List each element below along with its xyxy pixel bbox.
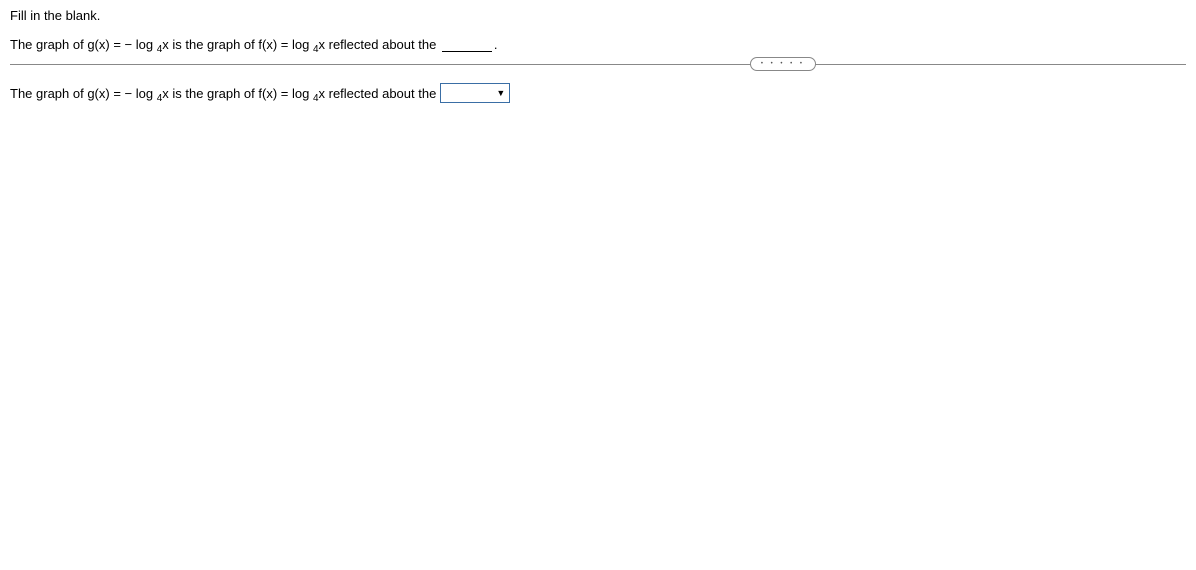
log-text: log xyxy=(136,86,157,101)
period: . xyxy=(494,37,498,52)
divider: • • • • • xyxy=(10,64,1186,65)
subscript: 4 xyxy=(313,93,319,104)
answer-part: x reflected about the xyxy=(319,86,437,101)
subscript: 4 xyxy=(157,44,163,55)
blank-line xyxy=(442,51,492,52)
question-sentence: The graph of g(x) = − log 4x is the grap… xyxy=(10,37,1186,52)
question-part: x reflected about the xyxy=(319,37,440,52)
instruction-text: Fill in the blank. xyxy=(10,8,1186,23)
answer-sentence: The graph of g(x) = − log 4x is the grap… xyxy=(10,83,1186,103)
subscript: 4 xyxy=(157,93,163,104)
answer-dropdown[interactable]: ▼ xyxy=(440,83,510,103)
expand-pill[interactable]: • • • • • xyxy=(750,57,816,71)
question-part: x is the graph of f(x) = xyxy=(162,37,292,52)
log-text: log xyxy=(136,37,157,52)
log-text: log xyxy=(292,37,313,52)
subscript: 4 xyxy=(313,44,319,55)
chevron-down-icon: ▼ xyxy=(496,88,505,98)
log-text: log xyxy=(292,86,313,101)
answer-text: The graph of g(x) = − log 4x is the grap… xyxy=(10,86,436,101)
answer-part: x is the graph of f(x) = xyxy=(162,86,292,101)
answer-part: The graph of g(x) = − xyxy=(10,86,136,101)
question-part: The graph of g(x) = − xyxy=(10,37,136,52)
